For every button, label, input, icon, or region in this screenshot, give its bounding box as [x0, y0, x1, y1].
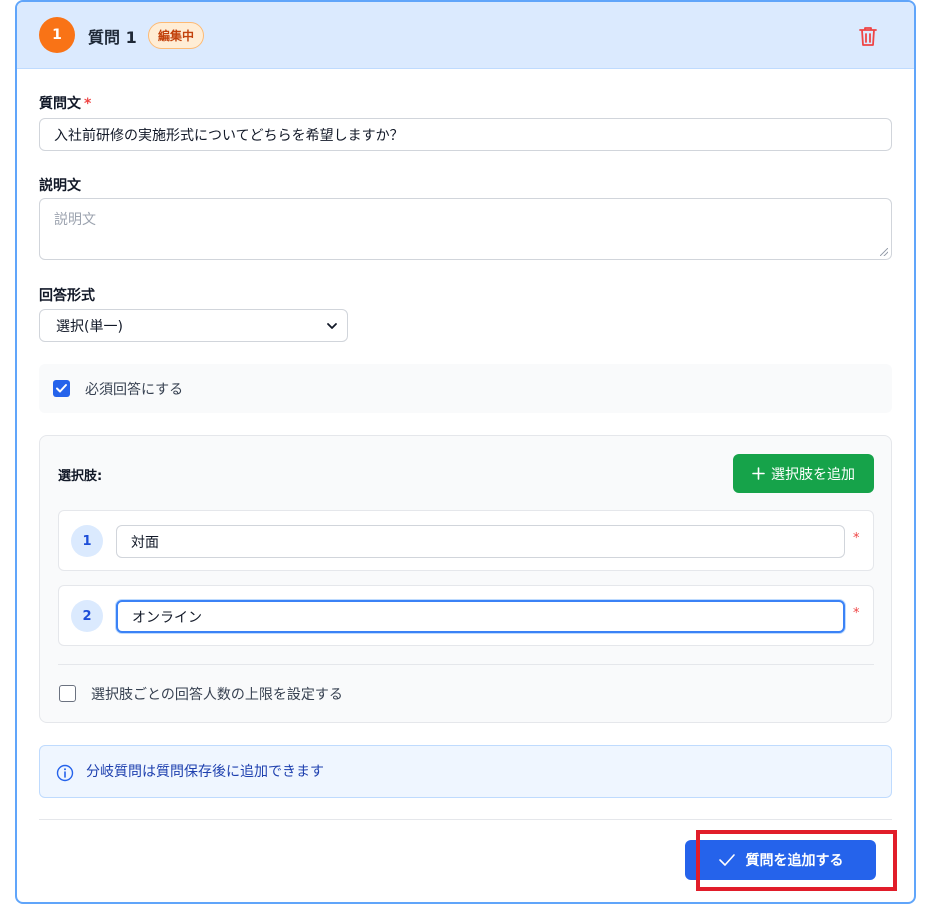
info-message: 分岐質問は質問保存後に追加できます [86, 764, 324, 780]
resize-handle[interactable] [880, 248, 888, 256]
options-panel: 選択肢: 選択肢を追加 1 対面 * 2 オンライン * 選択肢ごとの回答人数の… [39, 435, 892, 723]
required-label: 必須回答にする [85, 382, 184, 398]
check-icon [56, 384, 67, 393]
required-checkbox[interactable] [53, 380, 70, 397]
info-icon [56, 764, 74, 782]
option-row: 2 オンライン * [58, 585, 874, 646]
required-toggle-row: 必須回答にする [39, 364, 892, 413]
question-text-input[interactable]: 入社前研修の実施形式についてどちらを希望しますか？ [39, 118, 892, 151]
option-row: 1 対面 * [58, 510, 874, 571]
limit-label: 選択肢ごとの回答人数の上限を設定する [91, 687, 343, 703]
question-card: 1 質問 1 編集中 質問文 * 入社前研修の実施形式についてどちらを希望しますか… [15, 0, 916, 904]
answer-type-value: 選択(単一) [56, 318, 123, 335]
limit-checkbox[interactable] [59, 685, 76, 702]
option-input[interactable]: オンライン [116, 600, 845, 633]
question-header: 1 質問 1 編集中 [17, 2, 914, 69]
required-mark: * [853, 531, 860, 546]
question-text-label: 質問文 * [39, 96, 92, 112]
answer-type-select[interactable]: 選択(単一) [39, 309, 348, 342]
divider [39, 819, 892, 820]
option-number: 2 [71, 600, 103, 632]
question-number-badge: 1 [39, 17, 75, 53]
description-label: 説明文 [39, 178, 81, 194]
chevron-down-icon [327, 323, 337, 329]
answer-type-label: 回答形式 [39, 288, 95, 304]
trash-icon[interactable] [857, 24, 879, 48]
status-badge: 編集中 [148, 22, 205, 49]
option-input[interactable]: 対面 [116, 525, 845, 558]
required-mark: * [853, 606, 860, 621]
description-placeholder: 説明文 [54, 212, 96, 228]
info-banner: 分岐質問は質問保存後に追加できます [39, 745, 892, 798]
option-number: 1 [71, 525, 103, 557]
plus-icon [752, 467, 765, 480]
divider [58, 664, 874, 665]
required-mark: * [84, 96, 92, 112]
question-title: 質問 1 [88, 28, 137, 47]
options-label: 選択肢: [58, 469, 103, 484]
add-option-button[interactable]: 選択肢を追加 [733, 454, 874, 493]
add-option-label: 選択肢を追加 [771, 466, 855, 483]
highlight-box [696, 830, 897, 891]
description-textarea[interactable]: 説明文 [39, 198, 892, 260]
